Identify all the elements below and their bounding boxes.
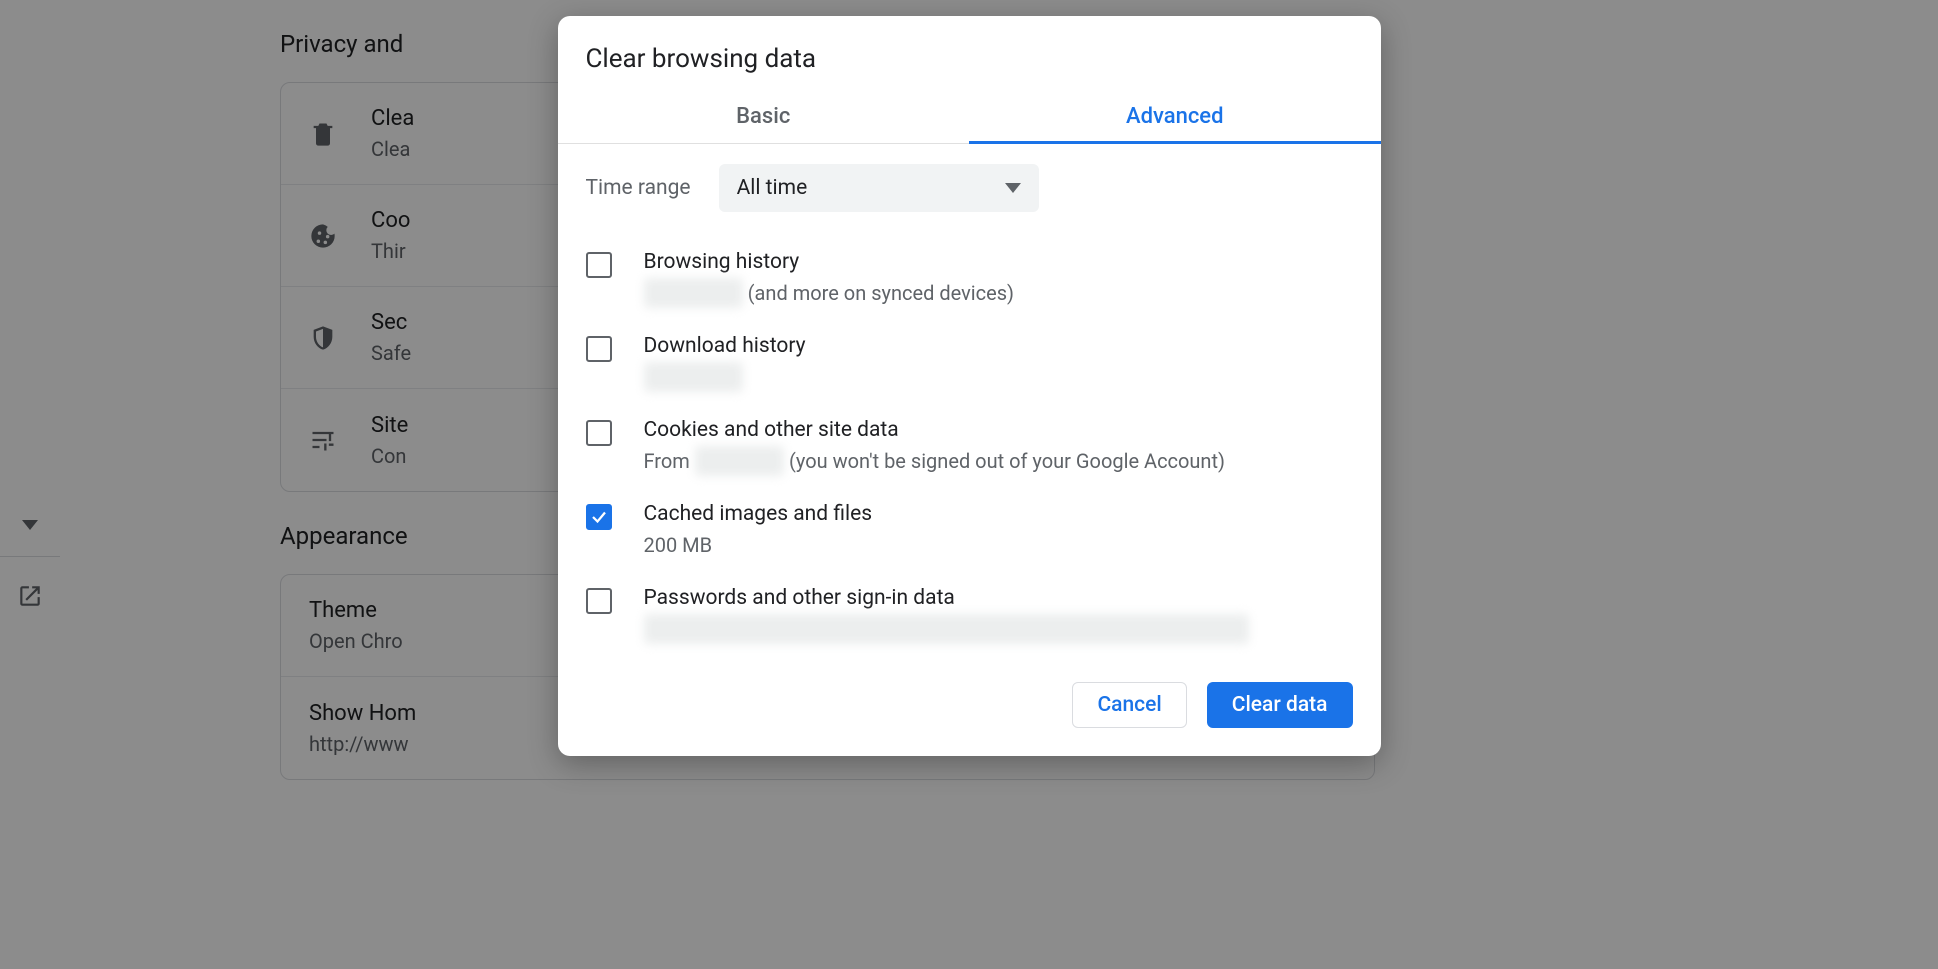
tab-advanced[interactable]: Advanced <box>969 98 1381 143</box>
time-range-label: Time range <box>586 176 691 200</box>
time-range-select[interactable]: All time <box>719 164 1039 212</box>
checkbox-passwords[interactable] <box>586 588 612 614</box>
cancel-button[interactable]: Cancel <box>1072 682 1186 728</box>
option-title: Passwords and other sign-in data <box>644 586 1249 610</box>
checkbox-browsing-history[interactable] <box>586 252 612 278</box>
option-title: Download history <box>644 334 806 358</box>
option-cookies: Cookies and other site data From xx xx x… <box>586 406 1353 490</box>
option-title: Browsing history <box>644 250 1015 274</box>
option-sub: xx xxx xxxx (and more on synced devices) <box>644 278 1015 308</box>
clear-browsing-data-dialog: Clear browsing data Basic Advanced Time … <box>558 16 1381 756</box>
option-sub: 200 MB <box>644 530 873 560</box>
option-sub: xxx xxxxxxxxx xxx xxxxxxxxxxxxx xxx xxxx… <box>644 614 1249 644</box>
caret-down-icon <box>1005 183 1021 193</box>
tab-basic[interactable]: Basic <box>558 98 970 143</box>
option-download-history: Download history xx xxx xxxx <box>586 322 1353 406</box>
dialog-tabs: Basic Advanced <box>558 98 1381 144</box>
checkbox-cookies[interactable] <box>586 420 612 446</box>
option-title: Cookies and other site data <box>644 418 1225 442</box>
checkbox-download-history[interactable] <box>586 336 612 362</box>
option-sub: From xx xx xxxx (you won't be signed out… <box>644 446 1225 476</box>
option-passwords: Passwords and other sign-in data xxx xxx… <box>586 574 1353 658</box>
checkbox-cached-images[interactable] <box>586 504 612 530</box>
modal-overlay: Clear browsing data Basic Advanced Time … <box>0 0 1938 969</box>
option-sub: xx xxx xxxx <box>644 362 806 392</box>
dialog-title: Clear browsing data <box>558 16 1381 98</box>
time-range-value: All time <box>737 176 808 200</box>
option-title: Cached images and files <box>644 502 873 526</box>
clear-data-button[interactable]: Clear data <box>1207 682 1353 728</box>
option-cached-images: Cached images and files 200 MB <box>586 490 1353 574</box>
option-browsing-history: Browsing history xx xxx xxxx (and more o… <box>586 238 1353 322</box>
